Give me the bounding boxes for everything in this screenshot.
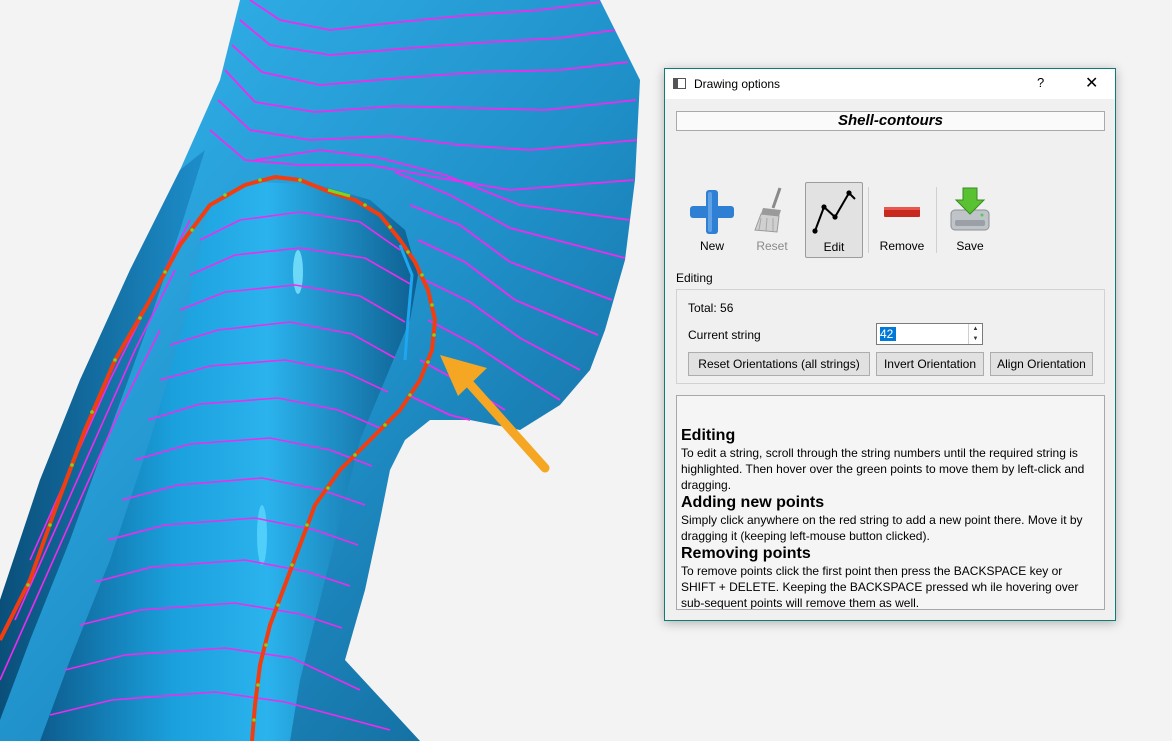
tube-highlight <box>293 250 303 294</box>
window-icon <box>673 78 686 89</box>
disk-download-icon <box>950 187 990 231</box>
plus-icon <box>690 190 734 234</box>
save-label: Save <box>956 239 984 253</box>
current-string-input[interactable] <box>880 326 964 341</box>
title-bar[interactable]: Drawing options ? ✕ <box>665 69 1115 99</box>
save-button[interactable]: Save <box>939 182 1001 258</box>
new-button[interactable]: New <box>681 182 743 258</box>
remove-label: Remove <box>879 239 925 253</box>
reset-orientations-button[interactable]: Reset Orientations (all strings) <box>688 352 870 376</box>
new-label: New <box>699 239 724 253</box>
current-string-label: Current string <box>688 328 761 342</box>
editing-group-label: Editing <box>676 271 713 285</box>
remove-button[interactable]: Remove <box>871 182 933 258</box>
drawing-options-dialog: Drawing options ? ✕ Shell-contours New R… <box>664 68 1116 621</box>
help-text-area[interactable]: Editing To edit a string, scroll through… <box>676 395 1105 610</box>
removing-text: To remove points click the first point t… <box>681 564 1079 610</box>
current-string-spinbox[interactable]: ▲▼ <box>876 323 983 345</box>
align-orientation-button[interactable]: Align Orientation <box>990 352 1093 376</box>
reset-label: Reset <box>756 239 788 253</box>
mode-header: Shell-contours <box>676 111 1105 131</box>
help-button[interactable]: ? <box>1037 75 1044 90</box>
invert-orientation-button[interactable]: Invert Orientation <box>876 352 984 376</box>
total-count: Total: 56 <box>688 301 734 315</box>
edit-label: Edit <box>823 240 845 254</box>
dialog-title: Drawing options <box>694 77 781 91</box>
spin-arrows[interactable]: ▲ ▼ <box>968 324 982 344</box>
editing-heading: Editing <box>681 427 736 444</box>
tube-highlight <box>257 505 267 565</box>
removing-heading: Removing points <box>681 545 811 562</box>
close-icon[interactable]: ✕ <box>1085 73 1098 93</box>
broom-icon <box>754 187 782 233</box>
minus-icon <box>884 207 920 217</box>
polyline-icon <box>812 190 856 234</box>
toolbar-separator <box>868 187 869 253</box>
toolbar-separator <box>936 187 937 253</box>
editing-text: To edit a string, scroll through the str… <box>681 446 1085 492</box>
reset-button[interactable]: Reset <box>741 182 803 258</box>
adding-text: Simply click anywhere on the red string … <box>681 513 1083 543</box>
adding-heading: Adding new points <box>681 494 825 511</box>
edit-button[interactable]: Edit <box>805 182 863 258</box>
